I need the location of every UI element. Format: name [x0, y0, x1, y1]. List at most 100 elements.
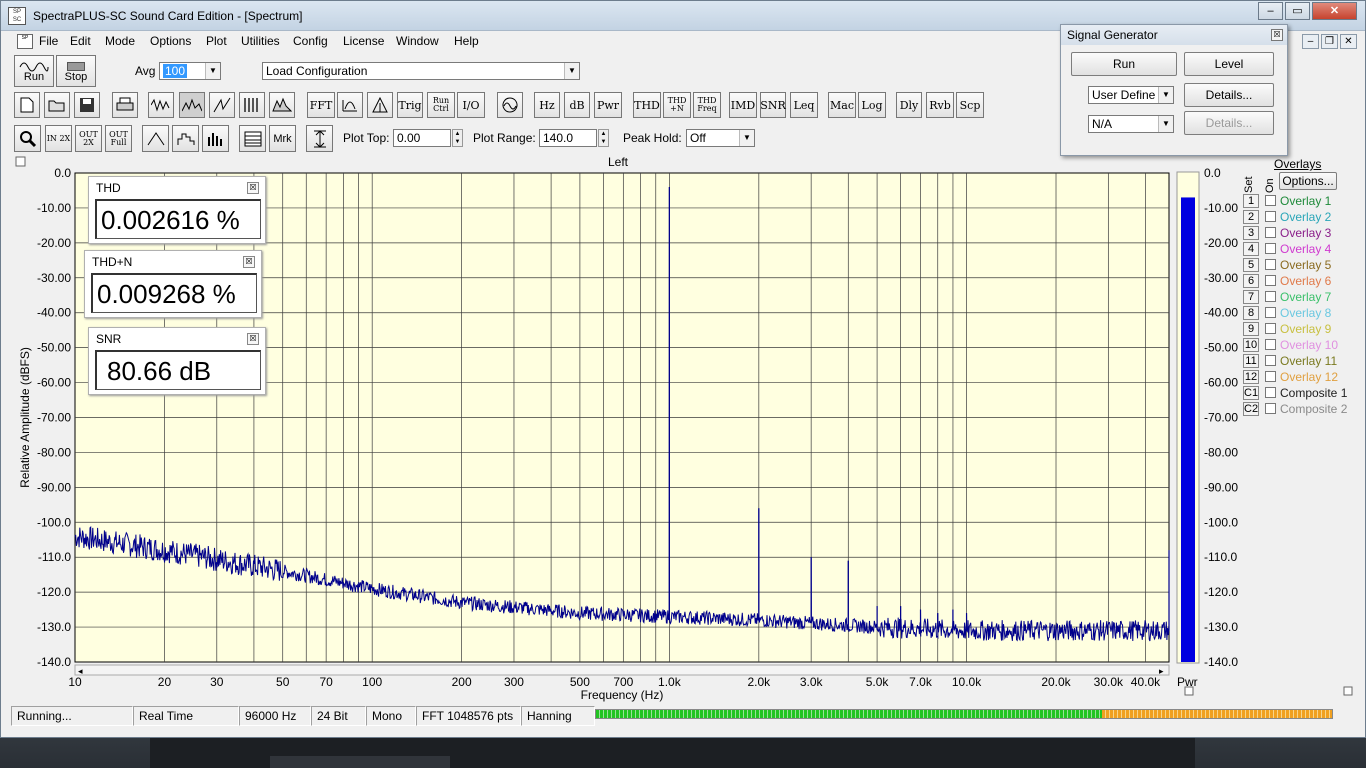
- overlay-set-button[interactable]: 7: [1243, 290, 1259, 304]
- chevron-down-icon[interactable]: ▼: [1158, 87, 1173, 103]
- toolbar-button-run-ctrl[interactable]: Run Ctrl: [427, 92, 455, 118]
- zoom-out-2x-button[interactable]: OUT 2X: [75, 125, 102, 152]
- config-select[interactable]: Load Configuration ▼: [262, 62, 580, 80]
- menu-license[interactable]: License: [343, 34, 384, 48]
- overlay-on-checkbox[interactable]: [1265, 355, 1276, 366]
- overlay-on-checkbox[interactable]: [1265, 339, 1276, 350]
- zoom-in-2x-button[interactable]: IN 2X: [45, 125, 72, 152]
- spectrum-button[interactable]: [179, 92, 205, 118]
- toolbar-button-thd-n[interactable]: THD +N: [663, 92, 691, 118]
- zoom-button[interactable]: [14, 125, 41, 152]
- overlay-on-checkbox[interactable]: [1265, 403, 1276, 414]
- mdi-doc-icon[interactable]: SP: [17, 34, 33, 49]
- close-icon[interactable]: ☒: [247, 333, 259, 345]
- close-icon[interactable]: ☒: [243, 256, 255, 268]
- toolbar-button-thd-freq[interactable]: THD Freq: [693, 92, 721, 118]
- open-file-button[interactable]: [44, 92, 70, 118]
- overlay-set-button[interactable]: 11: [1243, 354, 1259, 368]
- snr-meter[interactable]: SNR ☒ 80.66 dB: [88, 327, 266, 395]
- toolbar-button-hz[interactable]: Hz: [534, 92, 560, 118]
- peak-hold-select[interactable]: Off ▼: [686, 129, 755, 147]
- plot-top-spinner[interactable]: ▲ ▼: [452, 129, 463, 147]
- overlay-on-checkbox[interactable]: [1265, 275, 1276, 286]
- overlay-set-button[interactable]: 4: [1243, 242, 1259, 256]
- generator-details-button[interactable]: Details...: [1184, 83, 1274, 107]
- chevron-down-icon[interactable]: ▼: [205, 63, 220, 79]
- generator-level-button[interactable]: Level: [1184, 52, 1274, 76]
- overlay-on-checkbox[interactable]: [1265, 195, 1276, 206]
- overlay-set-button[interactable]: C2: [1243, 402, 1259, 416]
- menu-help[interactable]: Help: [454, 34, 479, 48]
- mdi-close-button[interactable]: ✕: [1340, 34, 1357, 49]
- close-icon[interactable]: ☒: [247, 182, 259, 194]
- mdi-restore-button[interactable]: ❐: [1321, 34, 1338, 49]
- toolbar-button-snr[interactable]: SNR: [760, 92, 786, 118]
- overlay-set-button[interactable]: 5: [1243, 258, 1259, 272]
- window-button[interactable]: [337, 92, 363, 118]
- save-button[interactable]: [74, 92, 100, 118]
- new-file-button[interactable]: [14, 92, 40, 118]
- toolbar-button-thd[interactable]: THD: [633, 92, 661, 118]
- generator-type-select[interactable]: User Define ▼: [1088, 86, 1174, 104]
- maximize-button[interactable]: ▭: [1285, 2, 1310, 20]
- chevron-down-icon[interactable]: ▼: [739, 130, 754, 146]
- avg-select[interactable]: 100 ▼: [159, 62, 221, 80]
- minimize-button[interactable]: –: [1258, 2, 1283, 20]
- generator-run-button[interactable]: Run: [1071, 52, 1177, 76]
- menu-mode[interactable]: Mode: [105, 34, 135, 48]
- menu-config[interactable]: Config: [293, 34, 328, 48]
- toolbar-button-mac[interactable]: Mac: [828, 92, 856, 118]
- mdi-minimize-button[interactable]: –: [1302, 34, 1319, 49]
- thdn-meter[interactable]: THD+N ☒ 0.009268 %: [84, 250, 262, 318]
- plot-range-spinner[interactable]: ▲ ▼: [598, 129, 609, 147]
- overlay-set-button[interactable]: 2: [1243, 210, 1259, 224]
- filter-button[interactable]: [367, 92, 393, 118]
- toolbar-button-imd[interactable]: IMD: [729, 92, 757, 118]
- scope-button[interactable]: [497, 92, 523, 118]
- overlay-on-checkbox[interactable]: [1265, 307, 1276, 318]
- overlay-on-checkbox[interactable]: [1265, 323, 1276, 334]
- marker-button[interactable]: Mrk: [269, 125, 296, 152]
- toolbar-button-fft[interactable]: FFT: [307, 92, 335, 118]
- menu-utilities[interactable]: Utilities: [241, 34, 280, 48]
- overlay-set-button[interactable]: 1: [1243, 194, 1259, 208]
- overlay-on-checkbox[interactable]: [1265, 259, 1276, 270]
- menu-edit[interactable]: Edit: [70, 34, 91, 48]
- overlay-set-button[interactable]: 8: [1243, 306, 1259, 320]
- thd-meter[interactable]: THD ☒ 0.002616 %: [88, 176, 266, 244]
- overlay-on-checkbox[interactable]: [1265, 211, 1276, 222]
- toolbar-button-log[interactable]: Log: [858, 92, 886, 118]
- overlay-set-button[interactable]: 6: [1243, 274, 1259, 288]
- autoscale-button[interactable]: [306, 125, 333, 152]
- chevron-down-icon[interactable]: ▼: [1158, 116, 1173, 132]
- toolbar-button-pwr[interactable]: Pwr: [594, 92, 622, 118]
- time-series-button[interactable]: [148, 92, 174, 118]
- 3d-surface-button[interactable]: [269, 92, 295, 118]
- step-plot-button[interactable]: [172, 125, 199, 152]
- overlay-set-button[interactable]: 10: [1243, 338, 1259, 352]
- phase-button[interactable]: [209, 92, 235, 118]
- close-icon[interactable]: ☒: [1271, 29, 1283, 41]
- line-plot-button[interactable]: [142, 125, 169, 152]
- chevron-down-icon[interactable]: ▼: [564, 63, 579, 79]
- stop-button[interactable]: Stop: [56, 55, 96, 87]
- menu-window[interactable]: Window: [396, 34, 439, 48]
- overlay-on-checkbox[interactable]: [1265, 227, 1276, 238]
- generator-sub-select[interactable]: N/A ▼: [1088, 115, 1174, 133]
- overlay-set-button[interactable]: 3: [1243, 226, 1259, 240]
- overlay-set-button[interactable]: C1: [1243, 386, 1259, 400]
- toolbar-button-dly[interactable]: Dly: [896, 92, 922, 118]
- toolbar-button-rvb[interactable]: Rvb: [926, 92, 954, 118]
- app-icon[interactable]: SP SC: [8, 7, 26, 25]
- overlay-set-button[interactable]: 9: [1243, 322, 1259, 336]
- menu-plot[interactable]: Plot: [206, 34, 227, 48]
- zoom-full-button[interactable]: OUT Full: [105, 125, 132, 152]
- toolbar-button-leq[interactable]: Leq: [790, 92, 818, 118]
- table-button[interactable]: [239, 125, 266, 152]
- plot-top-input[interactable]: 0.00: [393, 129, 451, 147]
- overlay-on-checkbox[interactable]: [1265, 243, 1276, 254]
- toolbar-button-trig[interactable]: Trig: [397, 92, 423, 118]
- overlay-options-button[interactable]: Options...: [1279, 172, 1337, 190]
- overlay-set-button[interactable]: 12: [1243, 370, 1259, 384]
- spectrogram-button[interactable]: [239, 92, 265, 118]
